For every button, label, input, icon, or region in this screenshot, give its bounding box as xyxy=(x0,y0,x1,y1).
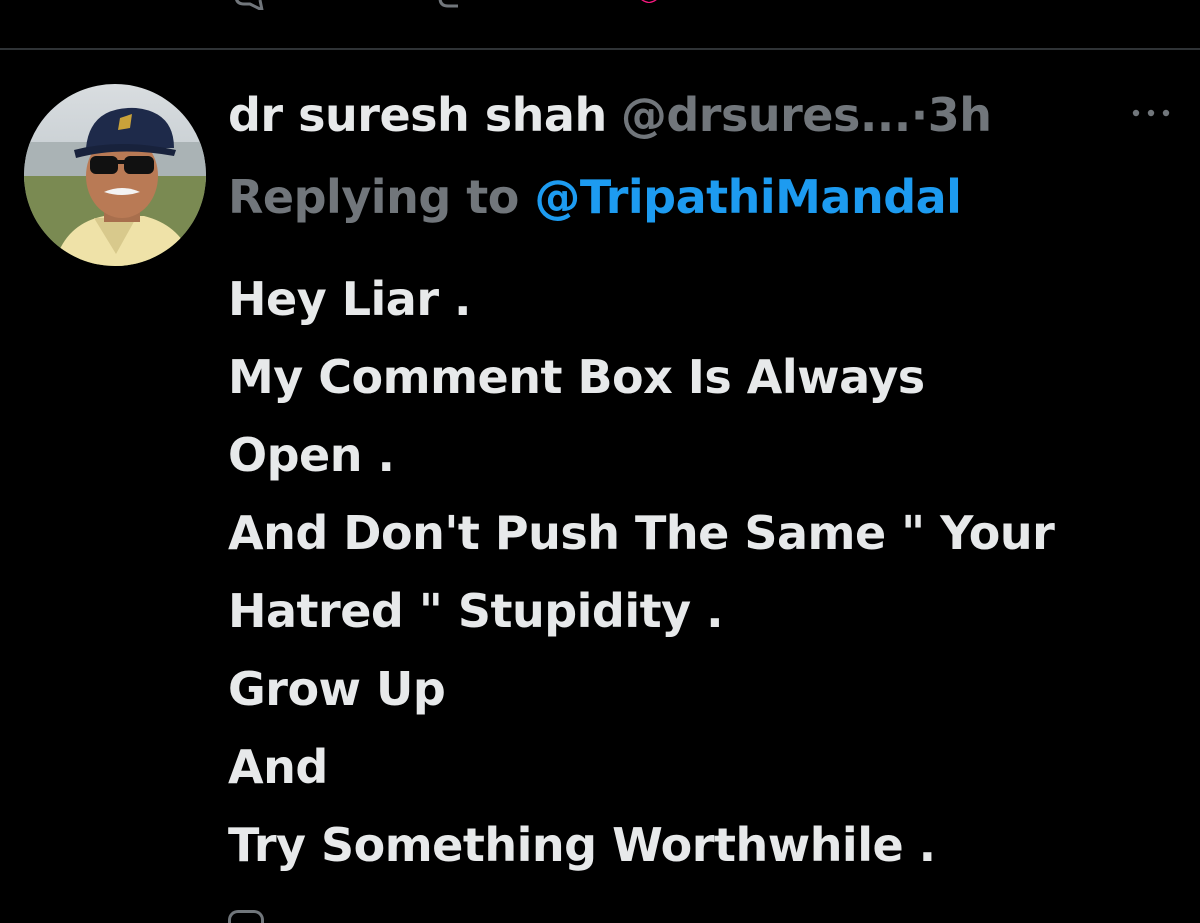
replying-to-label: Replying to xyxy=(228,170,519,224)
tweet-text-line: And xyxy=(228,740,328,794)
author-display-name[interactable]: dr suresh shah xyxy=(228,88,607,142)
tweet-text-line: Hatred " Stupidity . xyxy=(228,584,724,638)
tweet-text-line: Open . xyxy=(228,428,395,482)
tweet-text-line: And Don't Push The Same " Your xyxy=(228,506,1055,560)
reply-icon[interactable] xyxy=(232,0,266,13)
header-separator: · xyxy=(910,88,928,142)
views-icon[interactable] xyxy=(832,0,866,10)
tweet[interactable]: dr suresh shah @drsures...·3h Replying t… xyxy=(0,50,1200,923)
tweet-text-line: Grow Up xyxy=(228,662,446,716)
like-icon[interactable] xyxy=(632,0,666,10)
share-icon[interactable] xyxy=(1150,0,1184,10)
more-icon xyxy=(1126,109,1176,132)
author-handle[interactable]: @drsures... xyxy=(621,88,911,142)
retweet-icon[interactable] xyxy=(436,0,470,10)
replying-to: Replying to @TripathiMandal xyxy=(228,162,962,232)
tweet-header: dr suresh shah @drsures...·3h xyxy=(228,80,992,150)
avatar[interactable] xyxy=(24,84,206,266)
bookmark-icon[interactable] xyxy=(1036,0,1070,10)
tweet-action-bar xyxy=(0,0,1200,48)
tweet-text: Hey Liar . My Comment Box Is Always Open… xyxy=(228,260,1188,884)
tweet-text-line: My Comment Box Is Always xyxy=(228,350,925,404)
more-button[interactable] xyxy=(1126,98,1176,128)
replying-to-mention-link[interactable]: @TripathiMandal xyxy=(534,170,962,224)
tweet-text-line: Hey Liar . xyxy=(228,272,472,326)
tweet-timestamp[interactable]: 3h xyxy=(928,88,992,142)
tweet-text-line: Try Something Worthwhile . xyxy=(228,818,936,872)
